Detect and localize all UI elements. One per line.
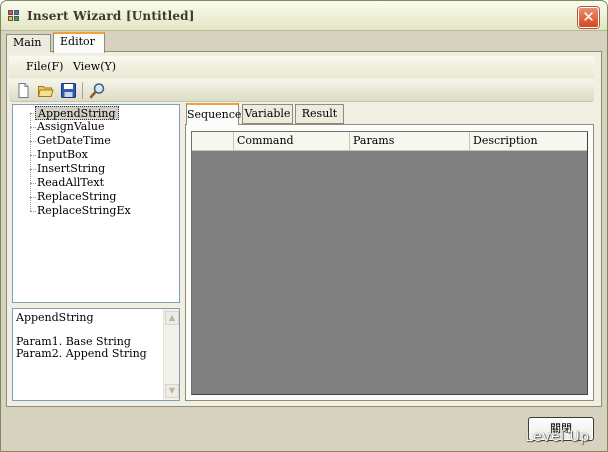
- tab-main[interactable]: Main: [6, 34, 51, 52]
- column-header-command[interactable]: Command: [234, 132, 350, 151]
- scroll-up-icon[interactable]: ▲: [165, 311, 179, 325]
- menu-view[interactable]: View(Y): [73, 60, 116, 73]
- tree-item-getdatetime[interactable]: GetDateTime: [37, 134, 111, 148]
- title-bar[interactable]: Insert Wizard [Untitled] ✕: [1, 1, 607, 31]
- new-file-icon[interactable]: [15, 82, 32, 99]
- open-folder-icon[interactable]: [37, 82, 54, 99]
- tab-variable[interactable]: Variable: [242, 104, 293, 124]
- watermark: Level Up: [525, 429, 590, 445]
- toolbar: [9, 79, 594, 102]
- tree-item-replacestring[interactable]: ReplaceString: [37, 190, 116, 204]
- grid-header: Command Params Description: [192, 132, 587, 151]
- tab-result[interactable]: Result: [295, 104, 344, 124]
- column-header-params[interactable]: Params: [350, 132, 470, 151]
- scroll-down-icon[interactable]: ▼: [165, 384, 179, 398]
- sequence-grid[interactable]: Command Params Description: [191, 131, 588, 395]
- tree-item-insertstring[interactable]: InsertString: [37, 162, 105, 176]
- menu-bar: File(F) View(Y): [9, 56, 594, 78]
- tree-item-appendstring[interactable]: AppendString: [35, 106, 119, 120]
- tree-item-assignvalue[interactable]: AssignValue: [37, 120, 104, 134]
- toolbar-separator: [82, 82, 83, 99]
- tree-item-readalltext[interactable]: ReadAllText: [37, 176, 104, 190]
- command-tree[interactable]: AppendString AssignValue GetDateTime Inp…: [12, 104, 180, 303]
- find-magnifier-icon[interactable]: [89, 82, 106, 99]
- insert-wizard-window: Insert Wizard [Untitled] ✕ Main Editor F…: [0, 0, 608, 452]
- tab-sequence[interactable]: Sequence: [186, 103, 241, 125]
- tree-item-inputbox[interactable]: InputBox: [37, 148, 88, 162]
- tree-item-replacestringex[interactable]: ReplaceStringEx: [37, 204, 131, 218]
- column-header-description[interactable]: Description: [470, 132, 587, 151]
- menu-file[interactable]: File(F): [26, 60, 63, 73]
- app-icon[interactable]: [8, 10, 20, 22]
- description-text: AppendString Param1. Base String Param2.…: [16, 311, 147, 360]
- description-box[interactable]: AppendString Param1. Base String Param2.…: [12, 308, 180, 401]
- grid-row-header-corner[interactable]: [192, 132, 234, 151]
- description-scrollbar[interactable]: ▲ ▼: [163, 309, 179, 400]
- close-window-button[interactable]: ✕: [578, 7, 599, 28]
- window-title: Insert Wizard [Untitled]: [27, 9, 195, 23]
- tab-editor[interactable]: Editor: [53, 32, 105, 53]
- save-disk-icon[interactable]: [60, 82, 77, 99]
